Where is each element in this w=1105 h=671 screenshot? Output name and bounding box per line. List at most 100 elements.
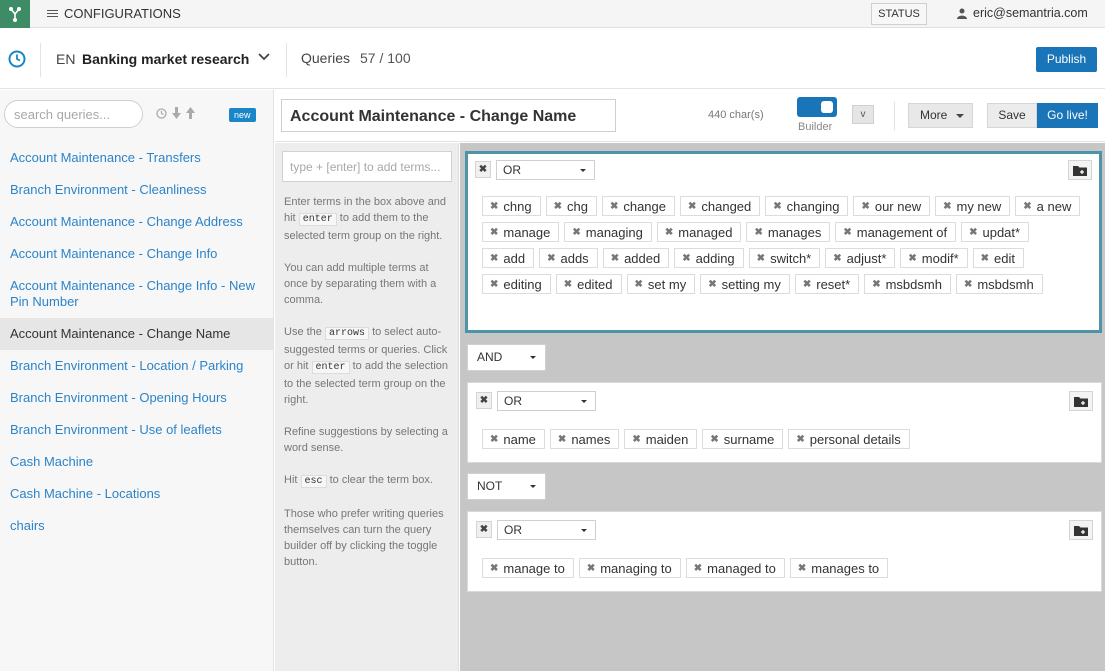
- publish-button[interactable]: Publish: [1036, 47, 1097, 72]
- term-tag[interactable]: ✖ manages: [746, 222, 831, 242]
- term-tag[interactable]: ✖ managing: [564, 222, 652, 242]
- term-tag[interactable]: ✖ managing to: [578, 558, 681, 578]
- version-button[interactable]: v: [852, 105, 874, 124]
- term-tag[interactable]: ✖ switch*: [748, 248, 821, 268]
- remove-term-icon[interactable]: ✖: [773, 201, 781, 212]
- query-list-item[interactable]: Branch Environment - Cleanliness: [0, 174, 273, 206]
- remove-term-icon[interactable]: ✖: [587, 563, 595, 574]
- remove-term-icon[interactable]: ✖: [688, 201, 696, 212]
- clock-icon[interactable]: [8, 50, 26, 68]
- remove-term-icon[interactable]: ✖: [694, 563, 702, 574]
- term-tag[interactable]: ✖ my new: [935, 196, 1011, 216]
- remove-term-icon[interactable]: ✖: [833, 253, 841, 264]
- term-group[interactable]: ✖ OR ✖ name ✖ names ✖ maiden ✖ surname ✖ pers…: [467, 382, 1102, 463]
- term-tag[interactable]: ✖ msbdsmh: [955, 274, 1043, 294]
- remove-term-icon[interactable]: ✖: [708, 279, 716, 290]
- remove-term-icon[interactable]: ✖: [665, 227, 673, 238]
- query-list-item[interactable]: Branch Environment - Use of leaflets: [0, 414, 273, 446]
- remove-term-icon[interactable]: ✖: [611, 253, 619, 264]
- query-list-item[interactable]: Account Maintenance - Change Info - New …: [0, 270, 273, 318]
- term-tag[interactable]: ✖ changed: [680, 196, 761, 216]
- term-tag[interactable]: ✖ our new: [853, 196, 931, 216]
- remove-term-icon[interactable]: ✖: [490, 563, 498, 574]
- term-tag[interactable]: ✖ change: [601, 196, 675, 216]
- remove-term-icon[interactable]: ✖: [943, 201, 951, 212]
- remove-group-button[interactable]: ✖: [476, 521, 492, 538]
- remove-term-icon[interactable]: ✖: [710, 434, 718, 445]
- term-tag[interactable]: ✖ managed to: [685, 558, 785, 578]
- remove-term-icon[interactable]: ✖: [754, 227, 762, 238]
- chevron-down-icon[interactable]: [258, 53, 270, 61]
- remove-group-button[interactable]: ✖: [475, 161, 491, 178]
- query-list-item[interactable]: Account Maintenance - Transfers: [0, 142, 273, 174]
- search-queries-input[interactable]: [14, 101, 134, 127]
- sort-up-icon[interactable]: [186, 107, 195, 119]
- group-folder-button[interactable]: [1069, 391, 1093, 411]
- remove-term-icon[interactable]: ✖: [490, 227, 498, 238]
- query-list-item-active[interactable]: Account Maintenance - Change Name: [0, 318, 273, 350]
- term-tag[interactable]: ✖ names: [549, 429, 620, 449]
- remove-term-icon[interactable]: ✖: [682, 253, 690, 264]
- remove-term-icon[interactable]: ✖: [1023, 201, 1031, 212]
- remove-term-icon[interactable]: ✖: [635, 279, 643, 290]
- term-tag[interactable]: ✖ changing: [765, 196, 849, 216]
- remove-term-icon[interactable]: ✖: [964, 279, 972, 290]
- remove-term-icon[interactable]: ✖: [554, 201, 562, 212]
- remove-term-icon[interactable]: ✖: [803, 279, 811, 290]
- query-name-input[interactable]: Account Maintenance - Change Name: [281, 99, 616, 132]
- add-terms-input[interactable]: [282, 151, 452, 182]
- new-query-button[interactable]: new: [229, 108, 256, 122]
- query-list-item[interactable]: Branch Environment - Opening Hours: [0, 382, 273, 414]
- remove-group-button[interactable]: ✖: [476, 392, 492, 409]
- query-list-item[interactable]: Cash Machine - Locations: [0, 478, 273, 510]
- term-tag[interactable]: ✖ surname: [702, 429, 784, 449]
- configurations-menu-button[interactable]: CONFIGURATIONS: [47, 6, 181, 21]
- remove-term-icon[interactable]: ✖: [757, 253, 765, 264]
- term-tag[interactable]: ✖ a new: [1015, 196, 1081, 216]
- query-list-item[interactable]: Account Maintenance - Change Info: [0, 238, 273, 270]
- term-tag[interactable]: ✖ manage to: [482, 558, 574, 578]
- group-operator-select[interactable]: OR: [497, 391, 596, 411]
- term-tag[interactable]: ✖ adds: [539, 248, 598, 268]
- and-connector-select[interactable]: AND: [467, 344, 546, 371]
- remove-term-icon[interactable]: ✖: [872, 279, 880, 290]
- remove-term-icon[interactable]: ✖: [798, 563, 806, 574]
- remove-term-icon[interactable]: ✖: [861, 201, 869, 212]
- term-tag[interactable]: ✖ set my: [626, 274, 696, 294]
- term-tag[interactable]: ✖ manages to: [789, 558, 889, 578]
- term-group[interactable]: ✖ OR ✖ manage to ✖ managing to ✖ managed to…: [467, 511, 1102, 592]
- remove-term-icon[interactable]: ✖: [572, 227, 580, 238]
- term-tag[interactable]: ✖ management of: [835, 222, 957, 242]
- not-connector-select[interactable]: NOT: [467, 473, 546, 500]
- remove-term-icon[interactable]: ✖: [490, 279, 498, 290]
- term-tag[interactable]: ✖ reset*: [794, 274, 860, 294]
- term-tag[interactable]: ✖ managed: [656, 222, 742, 242]
- go-live-button[interactable]: Go live!: [1037, 103, 1098, 128]
- term-tag[interactable]: ✖ added: [602, 248, 670, 268]
- builder-toggle[interactable]: [797, 97, 837, 117]
- query-list-item[interactable]: Branch Environment - Location / Parking: [0, 350, 273, 382]
- remove-term-icon[interactable]: ✖: [969, 227, 977, 238]
- remove-term-icon[interactable]: ✖: [558, 434, 566, 445]
- term-group-selected[interactable]: ✖ OR ✖ chng ✖ chg ✖ change ✖ changed ✖ changi…: [465, 151, 1102, 333]
- remove-term-icon[interactable]: ✖: [547, 253, 555, 264]
- remove-term-icon[interactable]: ✖: [610, 201, 618, 212]
- save-button[interactable]: Save: [987, 103, 1037, 128]
- term-tag[interactable]: ✖ chg: [545, 196, 597, 216]
- term-tag[interactable]: ✖ add: [482, 248, 535, 268]
- term-tag[interactable]: ✖ msbdsmh: [864, 274, 951, 294]
- term-tag[interactable]: ✖ edited: [555, 274, 622, 294]
- remove-term-icon[interactable]: ✖: [981, 253, 989, 264]
- query-list-item[interactable]: chairs: [0, 510, 273, 542]
- status-button[interactable]: STATUS: [871, 3, 927, 25]
- remove-term-icon[interactable]: ✖: [843, 227, 851, 238]
- sort-by-time-icon[interactable]: [156, 107, 167, 119]
- remove-term-icon[interactable]: ✖: [490, 434, 498, 445]
- remove-term-icon[interactable]: ✖: [490, 253, 498, 264]
- group-operator-select[interactable]: OR: [497, 520, 596, 540]
- app-logo[interactable]: [0, 0, 30, 28]
- term-tag[interactable]: ✖ edit: [972, 248, 1024, 268]
- query-list-item[interactable]: Account Maintenance - Change Address: [0, 206, 273, 238]
- sort-down-icon[interactable]: [172, 107, 181, 119]
- term-tag[interactable]: ✖ maiden: [624, 429, 698, 449]
